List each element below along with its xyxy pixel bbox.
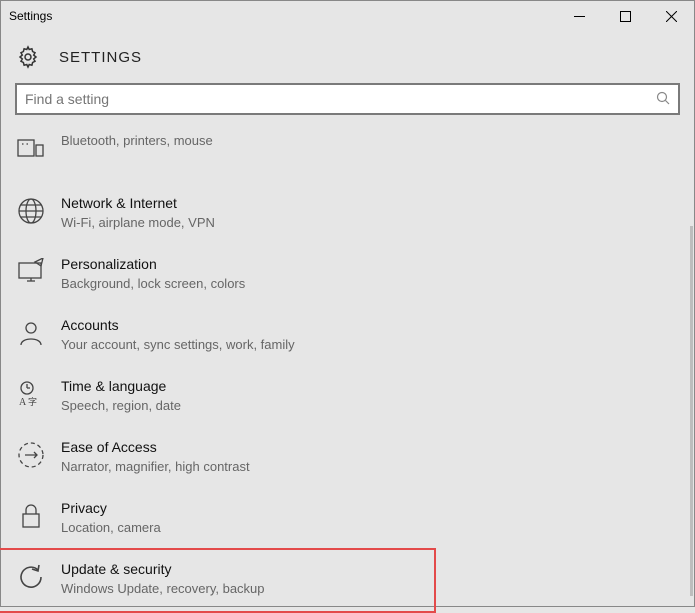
settings-item-privacy[interactable]: PrivacyLocation, camera (1, 488, 694, 549)
minimize-button[interactable] (556, 1, 602, 31)
settings-item-time-language[interactable]: Time & languageSpeech, region, date (1, 366, 694, 427)
settings-list: Bluetooth, printers, mouse Network & Int… (1, 121, 694, 610)
settings-item-devices[interactable]: Bluetooth, printers, mouse (1, 125, 694, 183)
settings-item-desc: Bluetooth, printers, mouse (61, 132, 213, 150)
accounts-icon (17, 315, 61, 351)
settings-item-text: AccountsYour account, sync settings, wor… (61, 315, 295, 354)
settings-item-accounts[interactable]: AccountsYour account, sync settings, wor… (1, 305, 694, 366)
settings-item-title: Personalization (61, 254, 245, 274)
settings-item-title: Update & security (61, 559, 265, 579)
scrollbar[interactable] (690, 226, 693, 596)
maximize-button[interactable] (602, 1, 648, 31)
personalization-icon (17, 254, 61, 290)
globe-icon (17, 193, 61, 229)
close-button[interactable] (648, 1, 694, 31)
settings-item-text: PrivacyLocation, camera (61, 498, 161, 537)
settings-item-network-internet[interactable]: Network & InternetWi-Fi, airplane mode, … (1, 183, 694, 244)
settings-item-title: Accounts (61, 315, 295, 335)
settings-item-ease-of-access[interactable]: Ease of AccessNarrator, magnifier, high … (1, 427, 694, 488)
settings-item-text: Time & languageSpeech, region, date (61, 376, 181, 415)
devices-icon (17, 131, 61, 167)
settings-item-text: Update & securityWindows Update, recover… (61, 559, 265, 598)
settings-item-personalization[interactable]: PersonalizationBackground, lock screen, … (1, 244, 694, 305)
settings-item-title: Network & Internet (61, 193, 215, 213)
settings-item-text: PersonalizationBackground, lock screen, … (61, 254, 245, 293)
window-controls (556, 1, 694, 31)
settings-item-title: Privacy (61, 498, 161, 518)
page-title: SETTINGS (59, 49, 142, 66)
time-language-icon (17, 376, 61, 412)
settings-item-text: Bluetooth, printers, mouse (61, 131, 213, 150)
settings-item-text: Network & InternetWi-Fi, airplane mode, … (61, 193, 215, 232)
settings-item-desc: Location, camera (61, 519, 161, 537)
ease-of-access-icon (17, 437, 61, 473)
update-icon (17, 559, 61, 595)
window-title: Settings (9, 9, 52, 23)
privacy-icon (17, 498, 61, 534)
settings-item-desc: Wi-Fi, airplane mode, VPN (61, 214, 215, 232)
search-icon (656, 91, 670, 108)
settings-item-update-security[interactable]: Update & securityWindows Update, recover… (1, 549, 694, 610)
settings-item-desc: Background, lock screen, colors (61, 275, 245, 293)
settings-item-title: Time & language (61, 376, 181, 396)
settings-item-title: Ease of Access (61, 437, 250, 457)
search-input-container[interactable] (15, 83, 680, 115)
gear-icon (13, 45, 43, 69)
settings-item-desc: Speech, region, date (61, 397, 181, 415)
settings-item-desc: Your account, sync settings, work, famil… (61, 336, 295, 354)
settings-item-desc: Narrator, magnifier, high contrast (61, 458, 250, 476)
search-input[interactable] (25, 91, 656, 107)
settings-item-desc: Windows Update, recovery, backup (61, 580, 265, 598)
titlebar: Settings (1, 1, 694, 31)
header: SETTINGS (1, 31, 694, 79)
settings-item-text: Ease of AccessNarrator, magnifier, high … (61, 437, 250, 476)
